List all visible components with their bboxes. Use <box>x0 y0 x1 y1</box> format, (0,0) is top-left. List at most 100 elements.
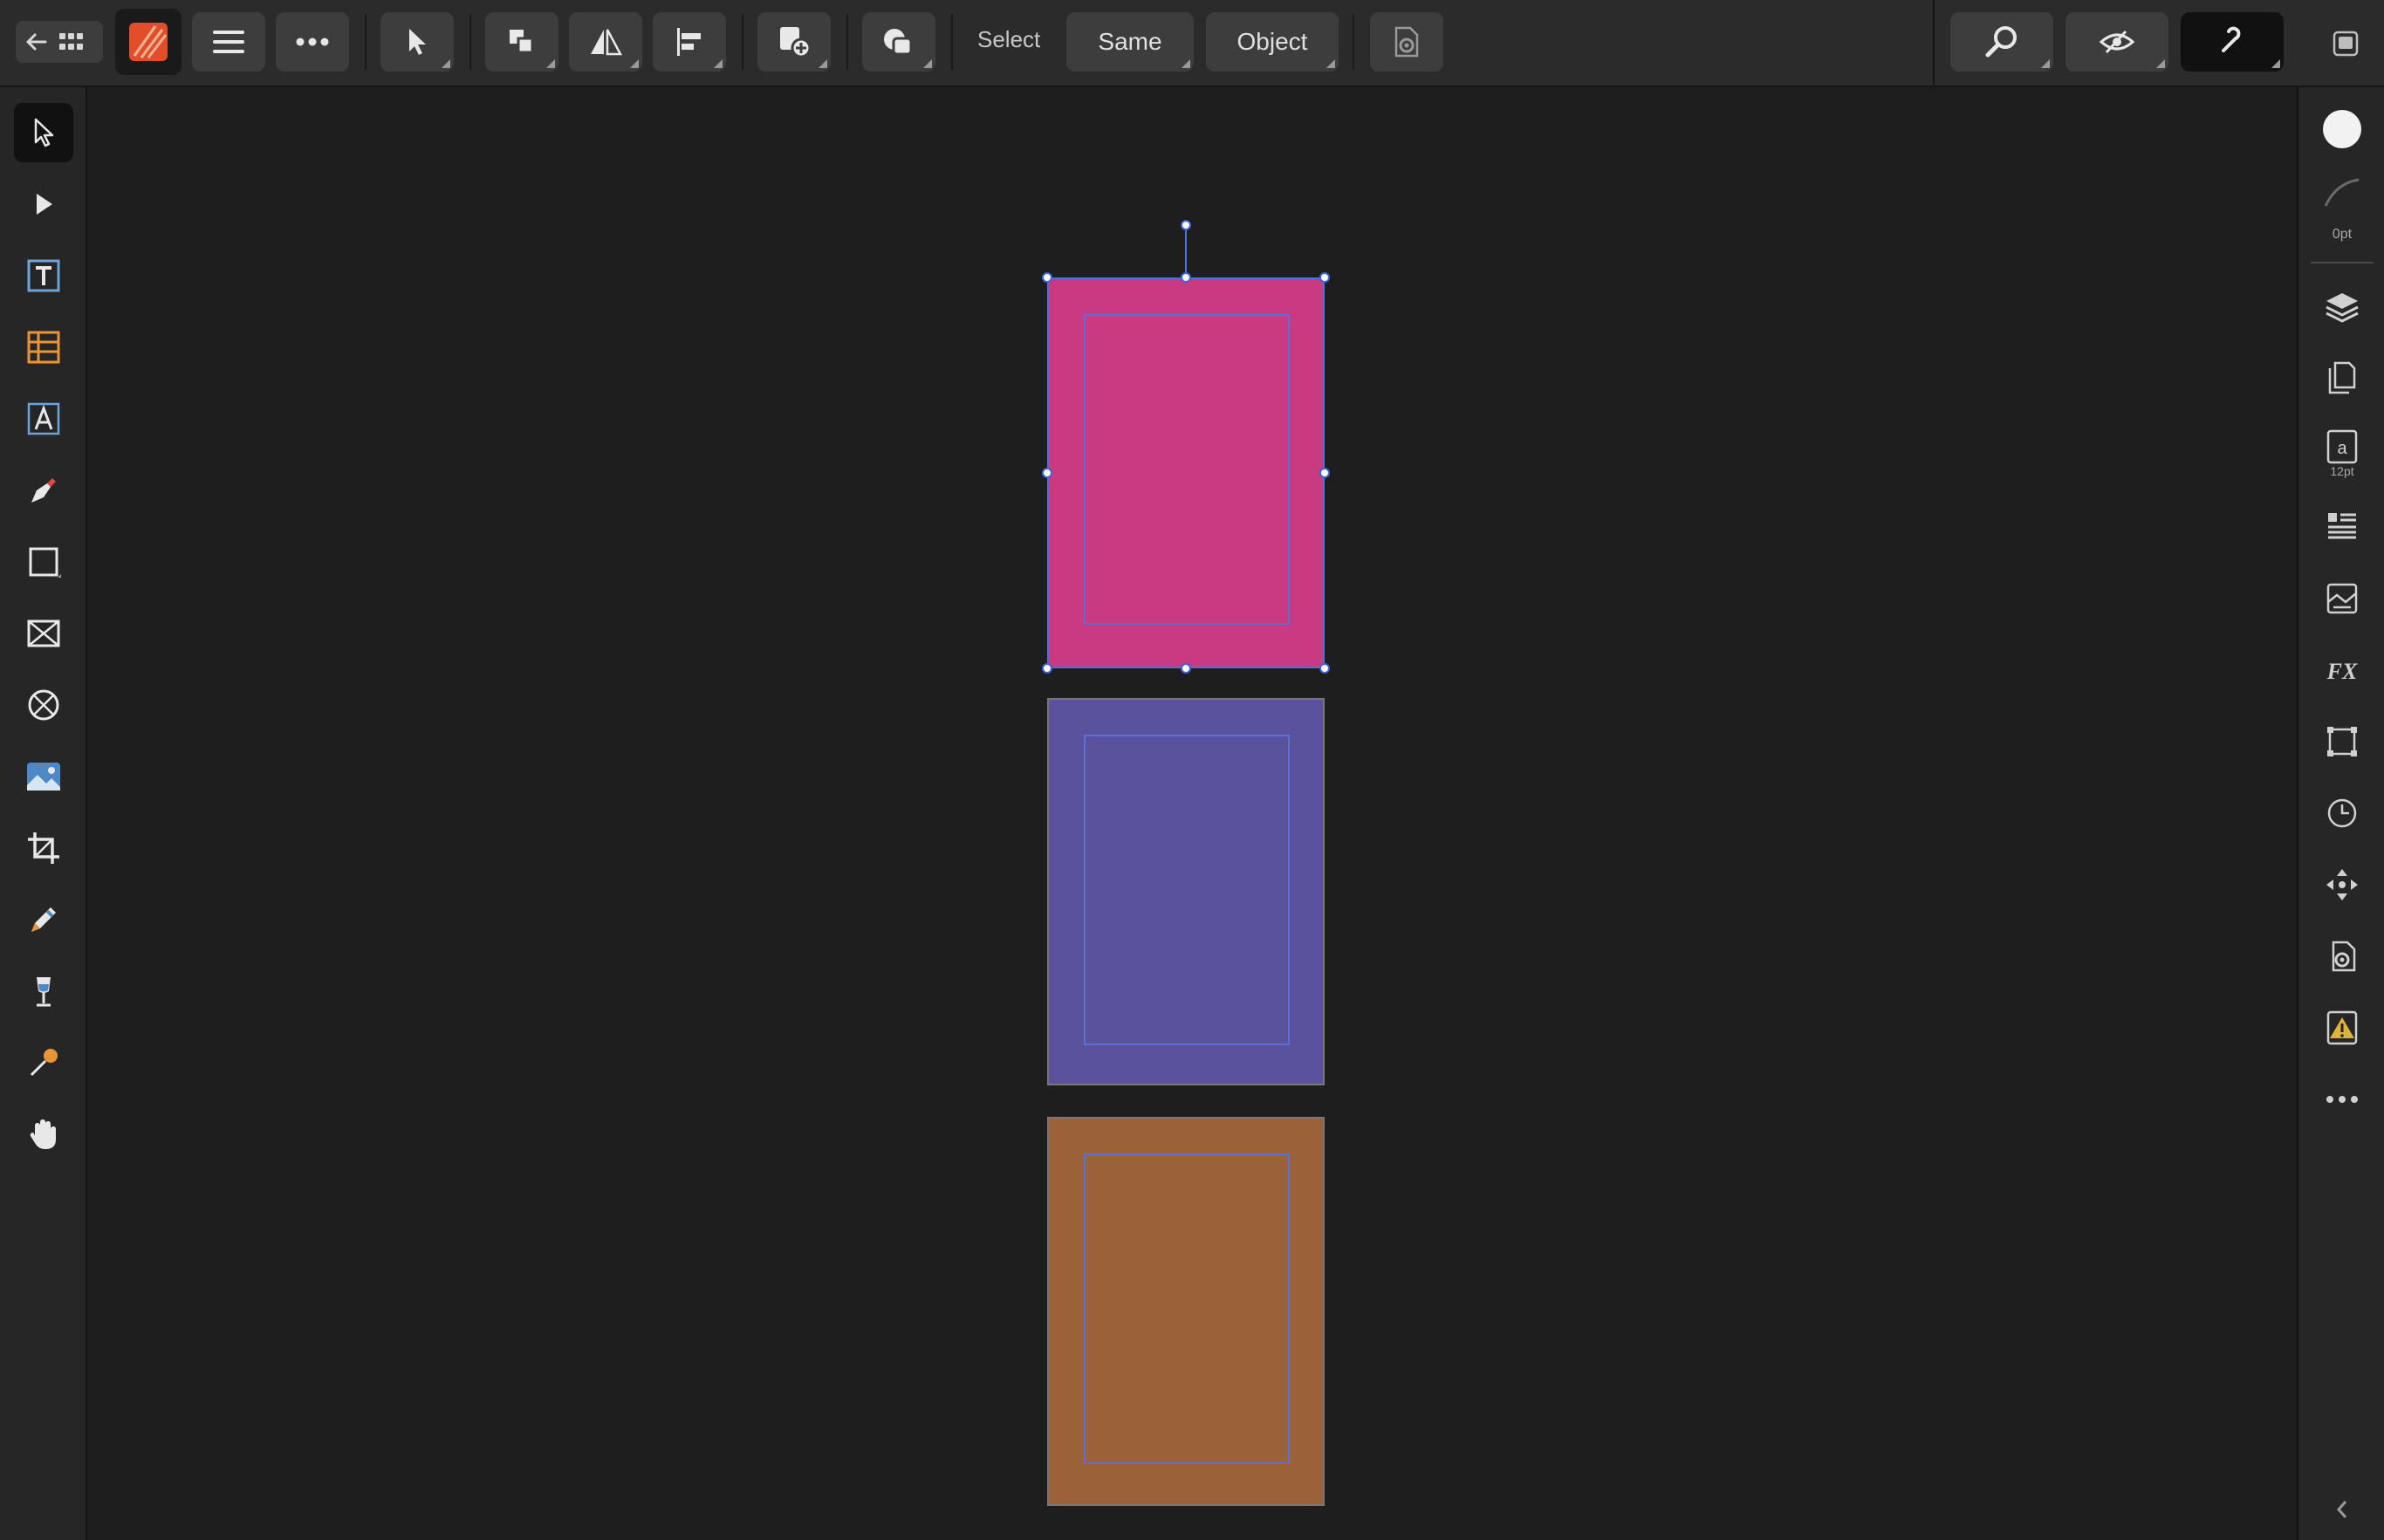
tool-picture-frame[interactable] <box>14 604 73 663</box>
menu-button[interactable] <box>192 12 265 72</box>
align-icon <box>677 28 701 56</box>
tool-frame-text[interactable] <box>14 246 73 305</box>
select-same-button[interactable]: Same <box>1066 12 1194 72</box>
hamburger-menu-icon <box>213 31 244 53</box>
preview-mode-button[interactable] <box>2065 12 2168 72</box>
tool-artistic-text[interactable] <box>14 389 73 448</box>
toolbar-separator <box>469 14 471 70</box>
studio-navigator[interactable] <box>2316 859 2368 911</box>
arrange-button[interactable] <box>485 12 558 72</box>
tool-node[interactable] <box>14 175 73 234</box>
settings-icon <box>2332 941 2356 972</box>
move-tool-button[interactable] <box>380 12 454 72</box>
studio-layers[interactable] <box>2316 281 2368 333</box>
resize-handle-top-right[interactable] <box>1319 272 1330 283</box>
document-canvas[interactable] <box>87 87 2297 1540</box>
page-2[interactable] <box>1047 698 1325 1085</box>
tool-fill[interactable] <box>14 962 73 1021</box>
transform-icon <box>2327 727 2357 756</box>
document-setup-button[interactable] <box>1370 12 1443 72</box>
page-1[interactable] <box>1047 277 1325 668</box>
history-icon <box>2327 798 2357 828</box>
fill-color-icon <box>2323 110 2361 148</box>
resize-handle-bottom[interactable] <box>1181 663 1191 674</box>
tool-table[interactable] <box>14 318 73 377</box>
paragraph-icon <box>2328 513 2356 539</box>
resource-icon <box>2326 583 2358 614</box>
resize-handle-left[interactable] <box>1042 468 1052 478</box>
tool-move[interactable] <box>14 103 73 162</box>
fx-icon: FX <box>2326 659 2358 684</box>
text-size-label: 12pt <box>2330 464 2354 478</box>
place-image-icon <box>27 763 60 791</box>
select-same-label: Same <box>1098 28 1162 55</box>
toolbar-separator <box>951 14 953 70</box>
pen-icon <box>31 478 56 503</box>
rotation-handle[interactable] <box>1181 220 1191 230</box>
studio-resources[interactable] <box>2316 572 2368 625</box>
crop-icon <box>28 832 59 864</box>
table-icon <box>27 331 60 364</box>
studio-preflight[interactable] <box>2316 1002 2368 1054</box>
tools-panel <box>0 87 87 1540</box>
arrange-icon <box>510 30 534 54</box>
insert-button[interactable] <box>757 12 831 72</box>
stroke-swatch[interactable] <box>2316 166 2368 218</box>
select-object-label: Object <box>1237 28 1308 55</box>
pencil-icon <box>31 907 56 932</box>
snapping-button[interactable] <box>2181 12 2284 72</box>
node-tool-icon <box>37 194 52 215</box>
boolean-button[interactable] <box>862 12 935 72</box>
tool-hand[interactable] <box>14 1105 73 1164</box>
toolbar-separator <box>365 14 367 70</box>
stroke-icon <box>2324 178 2360 207</box>
flip-button[interactable] <box>569 12 642 72</box>
more-icon <box>2326 1096 2358 1103</box>
tool-crop[interactable] <box>14 818 73 878</box>
studio-more[interactable] <box>2316 1073 2368 1126</box>
move-tool-icon <box>409 29 426 55</box>
pages-icon <box>2328 361 2356 394</box>
page-3[interactable] <box>1047 1117 1325 1506</box>
studio-transform[interactable] <box>2316 715 2368 768</box>
studio-effects[interactable]: FX <box>2316 644 2368 696</box>
resize-handle-top[interactable] <box>1181 272 1191 283</box>
tool-rectangle[interactable] <box>14 532 73 592</box>
select-object-button[interactable]: Object <box>1206 12 1339 72</box>
window-button[interactable] <box>2319 17 2372 70</box>
resize-handle-top-left[interactable] <box>1042 272 1052 283</box>
top-toolbar: Select Same Object <box>0 0 2384 87</box>
resize-handle-bottom-left[interactable] <box>1042 663 1052 674</box>
zoom-icon <box>1985 26 2017 58</box>
frame-text-icon <box>27 259 60 292</box>
picture-frame-icon <box>27 619 60 647</box>
tool-pencil[interactable] <box>14 890 73 949</box>
back-button[interactable] <box>16 21 103 63</box>
collapse-studio-button[interactable] <box>2316 1483 2368 1536</box>
studio-settings[interactable] <box>2316 930 2368 982</box>
tool-color-picker[interactable] <box>14 1033 73 1092</box>
zoom-button[interactable] <box>1950 12 2053 72</box>
resize-handle-right[interactable] <box>1319 468 1330 478</box>
color-picker-icon <box>30 1049 58 1077</box>
fill-color-swatch[interactable] <box>2316 103 2368 155</box>
collapse-icon <box>2336 1501 2347 1518</box>
more-button[interactable] <box>276 12 349 72</box>
tool-pen[interactable] <box>14 461 73 520</box>
grid-icon <box>59 33 83 50</box>
studio-history[interactable] <box>2316 787 2368 839</box>
document-settings-icon <box>1394 26 1419 58</box>
tool-ellipse-frame[interactable] <box>14 675 73 735</box>
app-logo-icon <box>129 23 168 61</box>
fill-icon <box>37 977 51 1007</box>
artistic-text-icon <box>27 402 60 435</box>
studio-paragraph[interactable] <box>2316 501 2368 553</box>
window-icon <box>2333 31 2359 57</box>
resize-handle-bottom-right[interactable] <box>1319 663 1330 674</box>
align-button[interactable] <box>653 12 726 72</box>
toolbar-separator <box>1353 14 1354 70</box>
studio-pages[interactable] <box>2316 351 2368 403</box>
app-logo-button[interactable] <box>115 9 182 75</box>
tool-place-image[interactable] <box>14 747 73 806</box>
studio-panel: 0pt a 12pt FX <box>2297 87 2384 1540</box>
